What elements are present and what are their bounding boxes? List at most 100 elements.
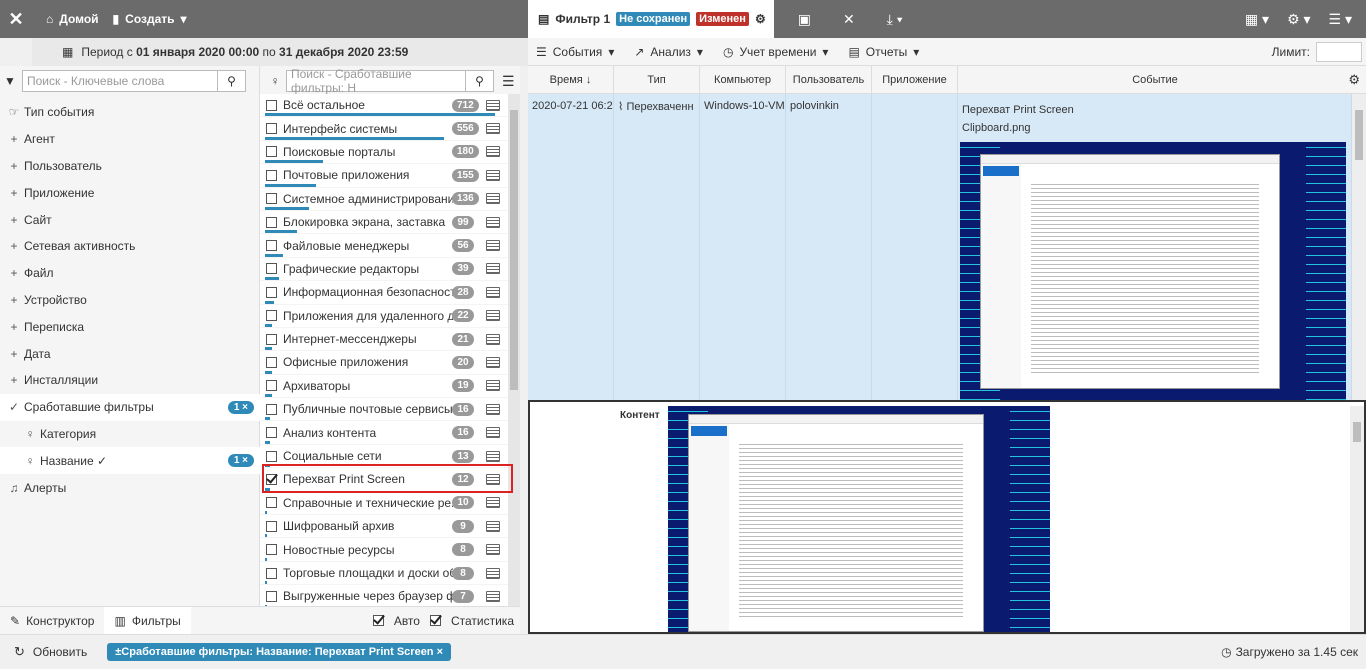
filter-item[interactable]: Поисковые порталы 180 [260,141,520,165]
tree-item[interactable]: ✓ Сработавшие фильтры 1 × [0,393,260,421]
tree-item[interactable]: + Агент [0,126,260,153]
tree-item[interactable]: + Файл [0,260,260,287]
filter-item[interactable]: Графические редакторы 39 [260,258,520,282]
tree-item[interactable]: + Сайт [0,206,260,233]
checkbox[interactable] [266,286,277,298]
tree-item[interactable]: + Дата [0,340,260,367]
checkbox[interactable] [429,615,441,626]
settings-icon[interactable]: ⚙ ▾ [1287,11,1310,28]
search-button[interactable]: ⚲ [218,70,246,92]
checkbox[interactable] [266,427,277,439]
filter-item[interactable]: Файловые менеджеры 56 [260,234,520,258]
home-button[interactable]: ⌂ Домой [46,12,99,26]
reports-menu[interactable]: ▤ Отчеты ▾ [848,45,919,59]
settings-icon[interactable]: ⚙ [1348,72,1360,88]
tree-item[interactable]: ♀ Название ✓ 1 × [0,447,260,475]
list-icon[interactable] [486,567,500,579]
checkbox[interactable] [266,497,277,509]
tree-item[interactable]: ♫ Алерты [0,474,260,501]
list-icon[interactable] [486,263,500,275]
filter-search-input[interactable]: Поиск - Сработавшие фильтры: Н [286,67,466,95]
tree-item[interactable]: ☞ Тип события [0,99,260,126]
filter-item[interactable]: Интерфейс системы 556 [260,117,520,141]
screenshot-thumbnail[interactable] [960,142,1346,400]
list-icon[interactable] [486,497,500,509]
checkbox[interactable] [266,333,277,345]
close-button[interactable]: ✕ [0,0,32,38]
list-icon[interactable] [486,544,500,556]
tree-item[interactable]: + Приложение [0,179,260,206]
filter-item[interactable]: Анализ контента 16 [260,421,520,445]
filter-item[interactable]: Системное администрирование 136 [260,188,520,211]
list-icon[interactable] [486,356,500,368]
list-icon[interactable] [486,193,500,205]
stats-checkbox[interactable]: Статистика [429,614,514,628]
col-time[interactable]: Время ↓ [528,66,614,94]
checkbox[interactable] [266,146,277,158]
col-type[interactable]: Тип [614,66,700,94]
list-icon[interactable] [486,427,500,439]
checkbox[interactable] [266,216,277,228]
checkbox[interactable] [266,450,277,462]
checkbox[interactable] [266,590,277,602]
content-scrollbar[interactable] [1350,406,1364,632]
checkbox[interactable] [266,169,277,181]
refresh-icon[interactable]: ↻ [14,644,25,660]
checkbox[interactable] [266,310,277,322]
analysis-menu[interactable]: ↗ Анализ ▾ [634,45,703,59]
layout-icon[interactable]: ▦ ▾ [1245,11,1269,28]
events-menu[interactable]: ☰ События ▾ [536,45,614,59]
tree-item[interactable]: + Инсталляции [0,367,260,394]
keyword-search-input[interactable]: Поиск - Ключевые слова [22,70,218,92]
list-icon[interactable] [486,590,500,602]
tab-filters[interactable]: ▥ Фильтры [104,606,191,635]
filter-item[interactable]: Выгруженные через браузер ф... 7 [260,585,520,606]
menu-icon[interactable]: ☰ ▾ [1329,11,1352,28]
filter-item[interactable]: Перехват Print Screen 12 [260,468,520,492]
active-filter-chip[interactable]: ±Сработавшие фильтры: Название: Перехват… [107,643,452,661]
filter-item[interactable]: Всё остальное 712 [260,94,520,118]
filter-item[interactable]: Справочные и технические ре... 10 [260,492,520,516]
list-icon[interactable] [486,240,500,252]
tab-constructor[interactable]: ✎ Конструктор [0,607,104,635]
col-computer[interactable]: Компьютер [700,66,786,94]
count-badge[interactable]: 1 × [227,454,254,468]
checkbox[interactable] [266,544,277,556]
save-icon[interactable]: ▣ [798,11,811,28]
list-icon[interactable] [486,473,500,485]
refresh-button[interactable]: Обновить [33,645,87,659]
table-scrollbar[interactable] [1352,94,1366,400]
list-icon[interactable] [486,146,500,158]
checkbox[interactable] [266,520,277,532]
list-icon[interactable] [486,333,500,345]
checkbox[interactable] [266,193,277,205]
checkbox[interactable] [266,380,277,392]
list-icon[interactable] [486,123,500,135]
col-app[interactable]: Приложение [872,66,958,94]
download-icon[interactable]: ⤓ ▾ [887,11,903,28]
list-icon[interactable] [486,99,500,111]
filter-item[interactable]: Блокировка экрана, заставка 99 [260,211,520,235]
count-badge[interactable]: 1 × [227,400,254,414]
list-icon[interactable] [486,286,500,298]
checkbox[interactable] [266,403,277,415]
content-image[interactable] [668,406,1050,632]
filter-item[interactable]: Социальные сети 13 [260,445,520,469]
filter-item[interactable]: Архиваторы 19 [260,375,520,399]
tree-item[interactable]: + Пользователь [0,153,260,180]
checkbox[interactable] [266,99,277,111]
scrollbar[interactable] [508,94,520,606]
close-icon[interactable]: ✕ [843,11,855,28]
filter-tab[interactable]: ▤ Фильтр 1 Не сохранен Изменен ⚙ [528,0,774,38]
search-button[interactable]: ⚲ [466,70,494,92]
gear-icon[interactable]: ⚙ [755,12,766,26]
tree-item[interactable]: ♀ Категория [0,421,260,448]
create-button[interactable]: ▮ Создать ▾ [113,12,187,26]
filter-item[interactable]: Приложения для удаленного д... 22 [260,305,520,328]
filter-item[interactable]: Интернет-мессенджеры 21 [260,328,520,352]
list-icon[interactable] [486,169,500,181]
list-icon[interactable] [486,310,500,322]
list-icon[interactable] [486,380,500,392]
list-icon[interactable] [486,450,500,462]
auto-checkbox[interactable]: Авто [372,614,420,628]
